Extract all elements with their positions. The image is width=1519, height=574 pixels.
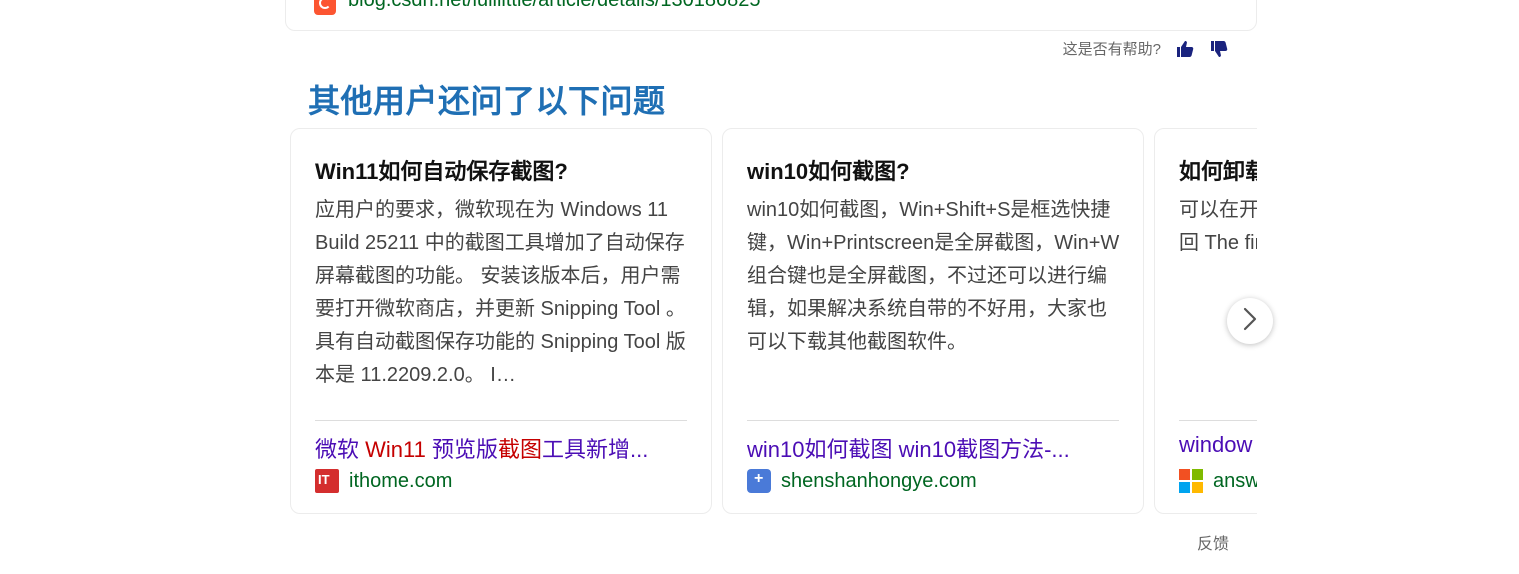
page: blog.csdn.net/lulilittle/article/details… — [0, 0, 1519, 574]
divider — [315, 420, 687, 421]
link-highlight[interactable]: Win11 — [365, 437, 426, 462]
link-text[interactable]: 工具新增... — [542, 437, 648, 462]
site-domain[interactable]: answ — [1213, 470, 1257, 493]
question-title[interactable]: 如何卸载 — [1179, 154, 1257, 186]
link-highlight[interactable]: 截图 — [498, 437, 542, 462]
site-domain[interactable]: ithome.com — [349, 470, 452, 493]
source-link[interactable]: window — [1179, 432, 1257, 458]
divider — [747, 420, 1119, 421]
helpful-feedback-row: 这是否有帮助? — [1063, 38, 1229, 59]
csdn-icon — [314, 0, 336, 15]
microsoft-icon — [1179, 469, 1203, 493]
link-text[interactable]: 预览版 — [426, 437, 498, 462]
site-domain[interactable]: shenshanhongye.com — [781, 470, 977, 493]
question-title[interactable]: win10如何截图? — [747, 154, 1123, 186]
helpful-label: 这是否有帮助? — [1062, 41, 1161, 58]
ithome-icon: IT — [315, 469, 339, 493]
thumbs-up-icon[interactable] — [1175, 39, 1195, 59]
thumbs-down-icon[interactable] — [1209, 39, 1229, 59]
related-questions-carousel: Win11如何自动保存截图? 应用户的要求，微软现在为 Windows 11 B… — [290, 128, 1257, 515]
source-link[interactable]: 微软 Win11 预览版截图工具新增... — [315, 432, 690, 464]
source-site[interactable]: + shenshanhongye.com — [747, 469, 977, 493]
chevron-right-icon — [1241, 306, 1259, 337]
shenshanhongye-icon: + — [747, 469, 771, 493]
section-title: 其他用户还问了以下问题 — [308, 83, 666, 119]
answer-snippet: win10如何截图，Win+Shift+S是框选快捷键，Win+Printscr… — [747, 199, 1120, 353]
source-site[interactable]: answ — [1179, 469, 1257, 493]
source-site[interactable]: IT ithome.com — [315, 469, 452, 493]
feedback-link[interactable]: 反馈 — [1197, 530, 1229, 554]
question-title[interactable]: Win11如何自动保存截图? — [315, 154, 691, 186]
answer-snippet: 应用户的要求，微软现在为 Windows 11 Build 25211 中的截图… — [315, 199, 686, 386]
question-card[interactable]: Win11如何自动保存截图? 应用户的要求，微软现在为 Windows 11 B… — [290, 128, 712, 514]
question-card[interactable]: win10如何截图? win10如何截图，Win+Shift+S是框选快捷键，W… — [722, 128, 1144, 514]
previous-result-url[interactable]: blog.csdn.net/lulilittle/article/details… — [348, 0, 761, 12]
link-text[interactable]: 微软 — [315, 437, 365, 462]
source-link[interactable]: win10如何截图 win10截图方法-... — [747, 432, 1122, 464]
divider — [1179, 420, 1257, 421]
answer-snippet: 可以在开 击，卸载 搜索截图 是否快 击我回 The first — [1179, 199, 1257, 254]
previous-result-card[interactable]: blog.csdn.net/lulilittle/article/details… — [285, 0, 1257, 31]
carousel-next-button[interactable] — [1227, 298, 1273, 344]
